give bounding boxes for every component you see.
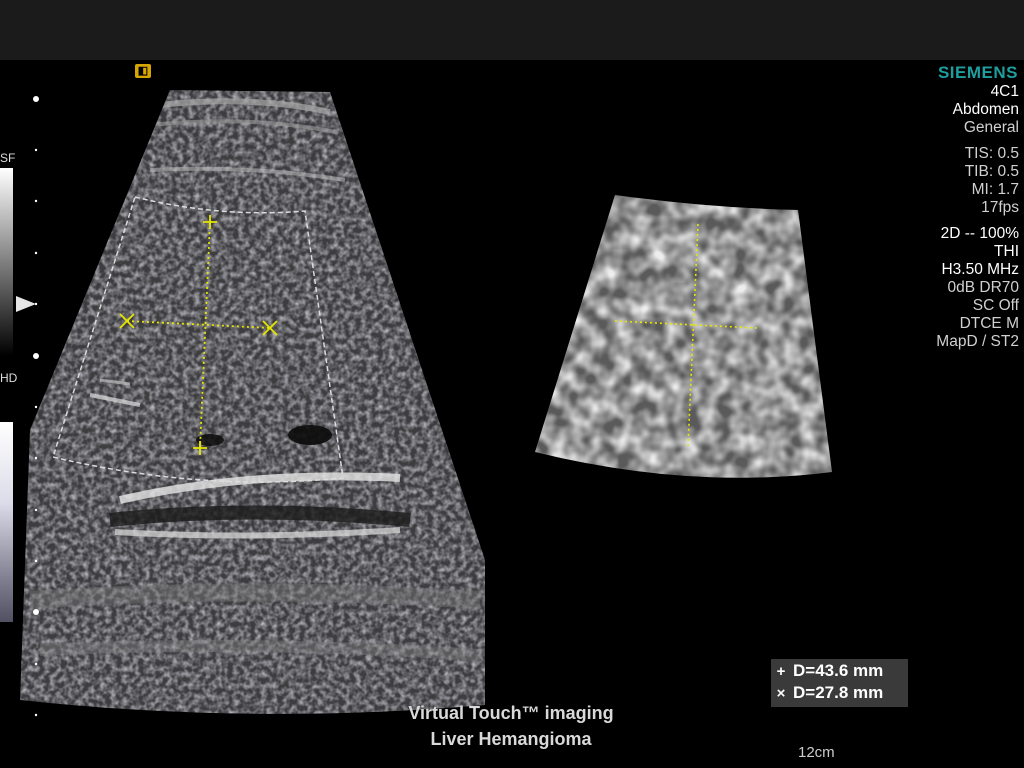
frame-rate: 17fps — [981, 199, 1019, 216]
measurement-value: D=27.8 mm — [793, 683, 884, 702]
x-caliper-icon: × — [776, 684, 786, 702]
frequency: H3.50 MHz — [941, 261, 1019, 278]
dtce-setting: DTCE M — [959, 315, 1019, 332]
caption-title: Virtual Touch™ imaging — [408, 703, 614, 723]
mode: 2D -- 100% — [940, 225, 1019, 242]
ultrasound-view — [20, 90, 832, 717]
mi-value: MI: 1.7 — [971, 181, 1019, 198]
bmode-image — [20, 90, 485, 714]
plus-caliper-icon: + — [776, 662, 786, 680]
depth-label: 12cm — [798, 744, 835, 761]
transducer: 4C1 — [990, 83, 1019, 100]
tib-value: TIB: 0.5 — [964, 163, 1019, 180]
measurement-row[interactable]: × D=27.8 mm — [773, 682, 884, 704]
measurement-row[interactable]: + D=43.6 mm — [773, 660, 884, 682]
caption-subtitle: Liver Hemangioma — [430, 729, 592, 749]
tis-value: TIS: 0.5 — [964, 145, 1019, 162]
scale-top-label: SF — [0, 151, 16, 165]
grayscale-bar — [0, 168, 13, 356]
map-setting: MapD / ST2 — [936, 333, 1019, 350]
gain-dynamic-range: 0dB DR70 — [947, 279, 1019, 296]
exam-type: Abdomen — [952, 101, 1019, 118]
imaging-parameters: 4C1 Abdomen General TIS: 0.5 TIB: 0.5 MI… — [936, 83, 1019, 351]
elastography-image — [535, 195, 832, 478]
thi: THI — [994, 243, 1019, 260]
measurement-value: D=43.6 mm — [793, 661, 884, 680]
brand-logo: SIEMENS — [937, 63, 1018, 82]
preset: General — [963, 119, 1019, 136]
orientation-marker-icon: ◧ — [135, 64, 151, 78]
elasto-scale-bar — [0, 422, 13, 622]
image-caption: Virtual Touch™ imaging Liver Hemangioma — [380, 700, 642, 752]
sc-setting: SC Off — [972, 297, 1019, 314]
focus-marker-icon[interactable] — [16, 296, 36, 312]
scale-bottom-label: HD — [0, 371, 18, 385]
